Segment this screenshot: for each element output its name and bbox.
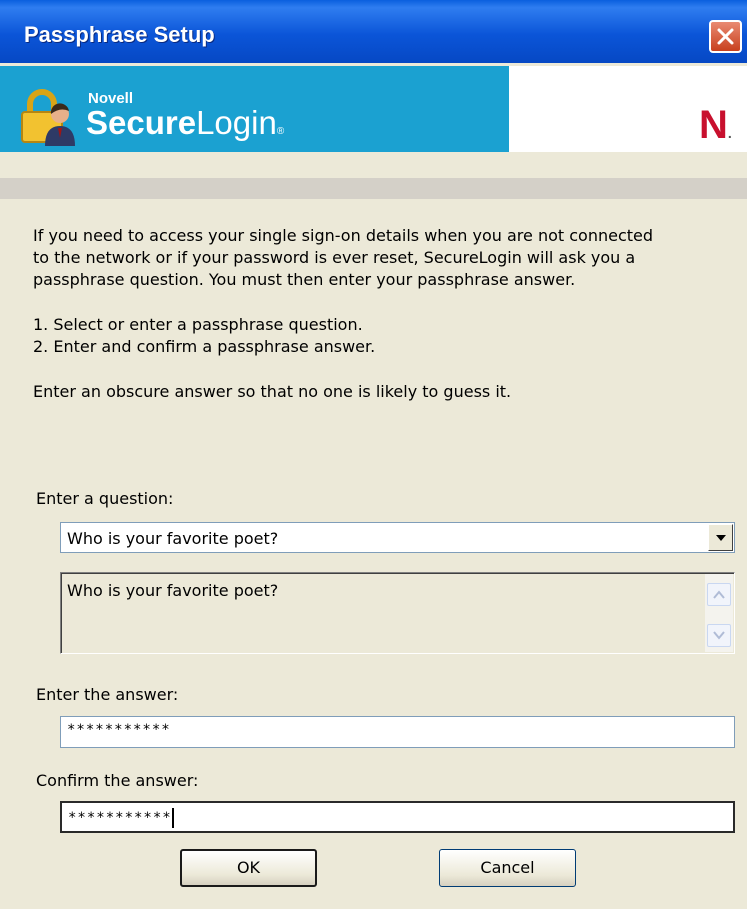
lock-user-icon xyxy=(21,89,75,146)
title-bar: Passphrase Setup xyxy=(0,0,747,63)
question-selected: Who is your favorite poet? xyxy=(67,529,279,548)
ok-button[interactable]: OK xyxy=(180,849,317,887)
scroll-up-icon xyxy=(713,590,725,599)
scroll-down-icon xyxy=(713,631,725,640)
cancel-button[interactable]: Cancel xyxy=(439,849,576,887)
intro-line-3: passphrase question. You must then enter… xyxy=(33,270,576,289)
close-icon xyxy=(717,28,734,45)
question-preview-text: Who is your favorite poet? xyxy=(67,581,279,600)
vertical-scrollbar[interactable] xyxy=(705,574,733,652)
scroll-up-button[interactable] xyxy=(707,583,731,606)
novell-logo-dot: . xyxy=(727,125,732,141)
intro-line-1: If you need to access your single sign-o… xyxy=(33,226,654,245)
confirm-label: Confirm the answer: xyxy=(36,771,199,790)
text-caret xyxy=(171,808,174,828)
registered-mark: ® xyxy=(276,126,285,137)
confirm-value: *********** xyxy=(68,810,172,826)
hint-text: Enter an obscure answer so that no one i… xyxy=(33,382,512,401)
step-2: 2. Enter and confirm a passphrase answer… xyxy=(33,337,376,356)
answer-value: *********** xyxy=(67,722,171,738)
question-dropdown[interactable]: Who is your favorite poet? xyxy=(60,522,735,553)
window-title: Passphrase Setup xyxy=(24,22,215,47)
question-label: Enter a question: xyxy=(36,489,174,508)
product-name-light: Login xyxy=(196,104,277,141)
product-name: SecureLogin® xyxy=(86,104,284,142)
question-preview: Who is your favorite poet? xyxy=(60,572,735,654)
chevron-down-icon xyxy=(716,535,726,541)
answer-label: Enter the answer: xyxy=(36,685,179,704)
intro-line-2: to the network or if your password is ev… xyxy=(33,248,636,267)
scroll-down-button[interactable] xyxy=(707,624,731,647)
confirm-field[interactable]: *********** xyxy=(60,801,735,833)
novell-logo: N. xyxy=(699,105,732,153)
step-1: 1. Select or enter a passphrase question… xyxy=(33,315,363,334)
dropdown-button[interactable] xyxy=(708,524,733,551)
novell-logo-letter: N xyxy=(699,103,728,147)
close-button[interactable] xyxy=(709,20,742,53)
header-separator xyxy=(0,178,747,199)
answer-field[interactable]: *********** xyxy=(60,716,735,748)
product-name-bold: Secure xyxy=(86,104,197,141)
